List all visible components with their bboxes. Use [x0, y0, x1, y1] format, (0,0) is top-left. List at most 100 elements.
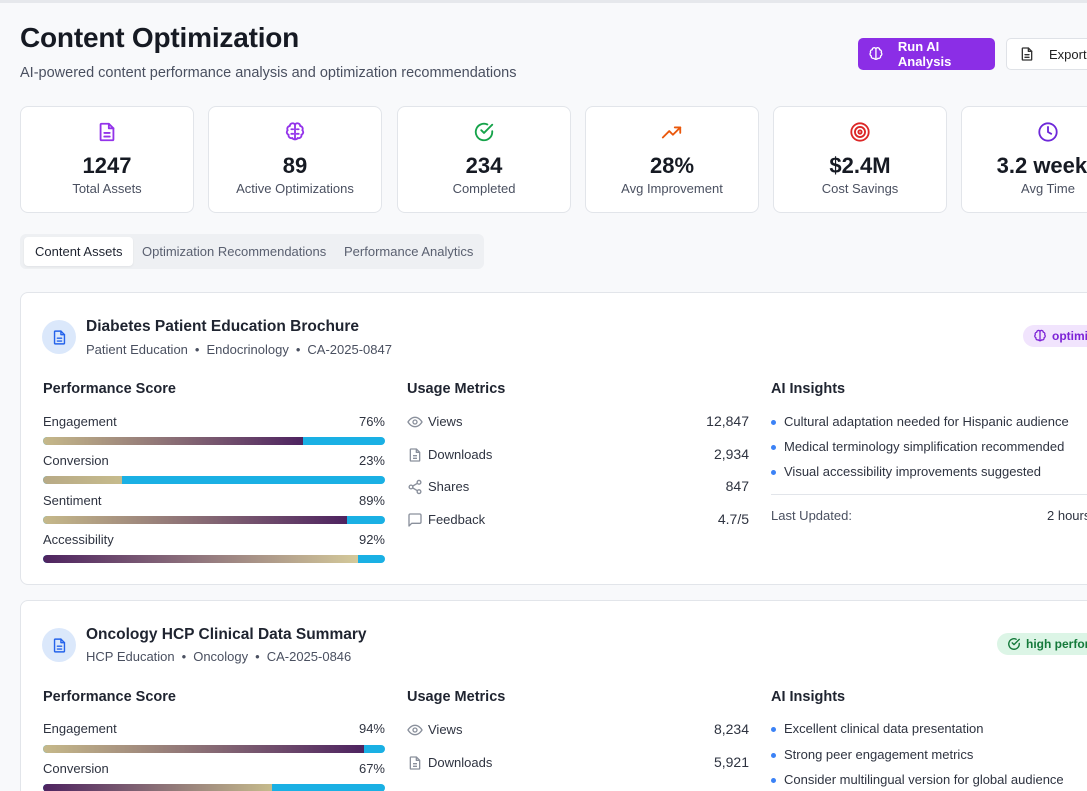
- insight-item: Visual accessibility improvements sugges…: [771, 464, 1041, 479]
- stat-value: 89: [282, 153, 308, 178]
- usage-label: Downloads: [428, 447, 493, 462]
- last-updated-value: 2 hours ago: [1047, 508, 1087, 523]
- score-label: Engagement: [43, 414, 117, 429]
- score-bar-fill: [43, 437, 303, 445]
- ai-insights-heading: AI Insights: [771, 381, 846, 397]
- score-bar: [43, 784, 385, 791]
- document-icon: [53, 637, 65, 653]
- run-ai-analysis-label: Run AI Analysis: [897, 39, 952, 69]
- status-label: optimizing: [1052, 329, 1087, 343]
- stat-value: 28%: [649, 153, 695, 178]
- stat-label: Completed: [452, 181, 516, 196]
- asset-category: Patient Education: [86, 342, 188, 357]
- performance-score-heading: Performance Score: [43, 689, 176, 705]
- stat-value: $2.4M: [829, 153, 891, 178]
- stat-card-total-assets: 1247 Total Assets: [20, 106, 194, 213]
- share-icon: [408, 479, 422, 495]
- usage-label: Feedback: [428, 512, 486, 527]
- asset-therapeutic-area: Oncology: [193, 649, 249, 664]
- performance-score-heading: Performance Score: [43, 381, 176, 397]
- stat-label: Active Optimizations: [236, 181, 354, 196]
- asset-meta: Patient Education • Endocrinology • CA-2025-…: [86, 342, 392, 357]
- status-badge: optimizing: [1023, 325, 1087, 347]
- ai-insights-heading: AI Insights: [771, 689, 846, 705]
- score-bar-fill: [43, 555, 358, 563]
- score-bar-fill: [43, 745, 365, 753]
- score-value: 92%: [358, 532, 385, 547]
- insight-item: Excellent clinical data presentation: [771, 721, 983, 736]
- score-value: 76%: [358, 414, 385, 429]
- stat-value: 3.2 weeks: [996, 153, 1087, 178]
- insight-item: Consider multilingual version for global…: [771, 772, 1064, 787]
- stat-value: 234: [465, 153, 503, 178]
- stat-value: 1247: [82, 153, 132, 178]
- export-button[interactable]: Export: [1006, 38, 1087, 70]
- insight-item: Strong peer engagement metrics: [771, 747, 973, 762]
- last-updated-label: Last Updated:: [771, 508, 852, 523]
- usage-row-downloads: Downloads 2,934: [407, 445, 749, 465]
- tab-performance-analytics[interactable]: Performance Analytics: [333, 237, 484, 266]
- score-label: Accessibility: [43, 532, 114, 547]
- content-asset-card[interactable]: Diabetes Patient Education Brochure Pati…: [20, 292, 1087, 585]
- usage-row-views: Views 8,234: [407, 720, 749, 740]
- page-title: Content Optimization: [20, 22, 300, 53]
- tab-optimization-recommendations[interactable]: Optimization Recommendations: [131, 237, 337, 266]
- usage-row-downloads: Downloads 5,921: [407, 753, 749, 773]
- chat-icon: [408, 513, 422, 527]
- stat-label: Avg Time: [1021, 181, 1075, 196]
- usage-row-views: Views 12,847: [407, 412, 749, 432]
- check-circle-icon: [474, 122, 494, 142]
- usage-value: 12,847: [706, 413, 749, 429]
- divider: [771, 494, 1087, 495]
- score-bar: [43, 437, 385, 445]
- document-icon: [53, 329, 65, 345]
- usage-label: Views: [428, 414, 463, 429]
- target-icon: [850, 122, 870, 142]
- stat-card-cost-savings: $2.4M Cost Savings: [773, 106, 947, 213]
- stat-label: Cost Savings: [821, 181, 899, 196]
- file-icon: [409, 756, 421, 770]
- score-value: 89%: [358, 493, 385, 508]
- usage-value: 5,921: [713, 754, 749, 770]
- asset-title: Oncology HCP Clinical Data Summary: [86, 626, 367, 643]
- document-icon: [1021, 47, 1033, 61]
- asset-code: CA-2025-0847: [307, 342, 392, 357]
- brain-icon: [1034, 329, 1046, 342]
- brain-icon: [869, 47, 883, 60]
- top-border: [0, 0, 1087, 3]
- content-asset-card[interactable]: Oncology HCP Clinical Data Summary HCP E…: [20, 600, 1087, 791]
- stat-card-avg-improvement: 28% Avg Improvement: [585, 106, 759, 213]
- usage-metrics-heading: Usage Metrics: [407, 689, 506, 705]
- clock-icon: [1038, 122, 1058, 142]
- score-label: Conversion: [43, 761, 109, 776]
- score-value: 94%: [358, 721, 385, 736]
- score-value: 23%: [358, 453, 385, 468]
- asset-code: CA-2025-0846: [266, 649, 352, 664]
- score-bar-fill: [43, 784, 273, 791]
- score-bar: [43, 555, 385, 563]
- insight-item: Medical terminology simplification recom…: [771, 439, 1064, 454]
- eye-icon: [407, 724, 423, 736]
- trending-up-icon: [661, 126, 682, 139]
- stat-label: Avg Improvement: [621, 181, 723, 196]
- run-ai-analysis-button[interactable]: Run AI Analysis: [858, 38, 995, 70]
- page-subtitle: AI-powered content performance analysis …: [20, 65, 517, 81]
- usage-value: 4.7/5: [717, 511, 749, 527]
- tab-content-assets[interactable]: Content Assets: [24, 237, 134, 266]
- score-value: 67%: [358, 761, 385, 776]
- asset-category: HCP Education: [86, 649, 175, 664]
- usage-label: Downloads: [428, 755, 493, 770]
- stat-card-active-optimizations: 89 Active Optimizations: [208, 106, 382, 213]
- eye-icon: [407, 416, 423, 428]
- asset-meta: HCP Education • Oncology • CA-2025-0846: [86, 649, 352, 664]
- export-label: Export: [1049, 46, 1087, 62]
- insight-item: Cultural adaptation needed for Hispanic …: [771, 414, 1069, 429]
- score-label: Conversion: [43, 453, 109, 468]
- asset-type-badge: [42, 320, 76, 354]
- stat-label: Total Assets: [72, 181, 142, 196]
- score-bar: [43, 745, 385, 753]
- usage-value: 847: [725, 478, 749, 494]
- file-icon: [409, 448, 421, 462]
- usage-row-shares: Shares 847: [407, 477, 749, 497]
- score-bar: [43, 516, 385, 524]
